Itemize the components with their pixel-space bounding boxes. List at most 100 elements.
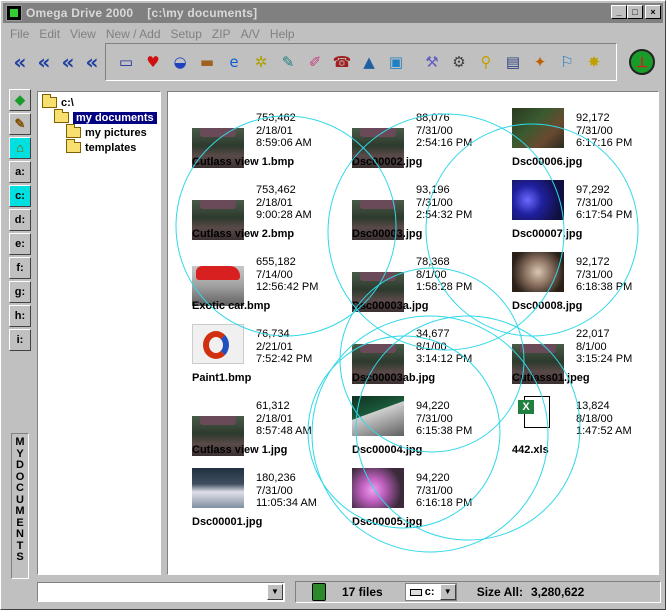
image-thumbnail[interactable] [352, 252, 404, 312]
drive-button-i[interactable]: i: [9, 329, 31, 351]
paint-icon[interactable]: ✐ [303, 50, 327, 74]
scanner-icon[interactable]: ▬ [195, 50, 219, 74]
drive-button-d[interactable]: d: [9, 209, 31, 231]
browser-icon[interactable]: e [222, 50, 246, 74]
image-thumbnail[interactable] [352, 180, 404, 240]
image-thumbnail[interactable] [192, 396, 244, 456]
acrobat-icon[interactable]: ▲ [357, 50, 381, 74]
chevron-down-icon[interactable]: ▼ [267, 584, 283, 600]
file-date: 7/31/00 [576, 196, 613, 209]
disk-icon[interactable]: ◒ [168, 50, 192, 74]
drive-button-g[interactable]: g: [9, 281, 31, 303]
globe-icon[interactable]: ⊥ [629, 49, 655, 75]
size-value: 3,280,622 [530, 585, 585, 599]
file-item[interactable]: 655,182 7/14/00 12:56:42 PM Exotic car.bmp [192, 252, 348, 322]
menu-item-new-add[interactable]: New / Add [101, 25, 166, 43]
file-item[interactable]: 22,017 8/1/00 3:15:24 PM Cutlass01.jpeg [512, 324, 658, 394]
file-item[interactable]: 76,734 2/21/01 7:52:42 PM Paint1.bmp [192, 324, 348, 394]
back-arrow-icon[interactable]: « [81, 51, 103, 73]
tree-item[interactable]: c:\ [38, 94, 160, 110]
filter-combo[interactable]: ▼ [37, 582, 285, 602]
star-icon[interactable]: ✲ [249, 50, 273, 74]
menu-item-a-v[interactable]: A/V [236, 25, 265, 43]
file-item[interactable]: X 13,824 8/18/00 1:47:52 AM 442.xls [512, 396, 658, 466]
tree-item[interactable]: my documents [38, 109, 160, 125]
minimize-button[interactable]: _ [611, 5, 627, 19]
computer-icon[interactable]: ▤ [501, 50, 525, 74]
drive-button-f[interactable]: f: [9, 257, 31, 279]
image-thumbnail[interactable] [512, 108, 564, 148]
drive-button-e[interactable]: e: [9, 233, 31, 255]
file-item[interactable]: 97,292 7/31/00 6:17:54 PM Dsc00007.jpg [512, 180, 658, 250]
image-thumbnail[interactable] [512, 252, 564, 292]
image-thumbnail[interactable] [192, 180, 244, 240]
menu-item-setup[interactable]: Setup [166, 25, 207, 43]
drive-button-c[interactable]: c: [9, 185, 31, 207]
folder-home-icon[interactable]: ⌂ [9, 137, 31, 159]
tools-icon[interactable]: ⚒ [420, 50, 444, 74]
file-item[interactable]: 88,076 7/31/00 2:54:16 PM Dsc00002.jpg [352, 108, 508, 178]
chevron-down-icon[interactable]: ▼ [439, 584, 456, 600]
menu-bar: File Edit View New / Add Setup ZIP A/V Help [5, 25, 300, 43]
maximize-button[interactable]: □ [627, 5, 643, 19]
file-name: Dsc00002.jpg [352, 156, 423, 168]
drive-button-h[interactable]: h: [9, 305, 31, 327]
file-item[interactable]: 94,220 7/31/00 6:16:18 PM Dsc00005.jpg [352, 468, 508, 538]
image-thumbnail[interactable] [192, 108, 244, 168]
menu-item-zip[interactable]: ZIP [207, 25, 236, 43]
file-size: 180,236 [256, 472, 296, 484]
file-date: 7/31/00 [576, 124, 613, 137]
trash-icon[interactable] [312, 583, 326, 601]
menu-item-help[interactable]: Help [265, 25, 300, 43]
title-bar[interactable]: Omega Drive 2000 [c:\my documents] _ □ × [3, 3, 663, 23]
home-icon[interactable]: ◆ [9, 89, 31, 111]
my-documents-shortcut[interactable]: MYDOCUMENTS [11, 433, 29, 579]
tree-item[interactable]: my pictures [38, 124, 160, 140]
file-item[interactable]: 78,368 8/1/00 1:58:28 PM Dsc00003a.jpg [352, 252, 508, 322]
image-thumbnail[interactable] [352, 108, 404, 168]
menu-item-file[interactable]: File [5, 25, 34, 43]
back-arrow-icon[interactable]: « [57, 51, 79, 73]
image-thumbnail[interactable] [192, 324, 244, 364]
file-item[interactable]: 61,312 2/18/01 8:57:48 AM Cutlass view 1.jp… [192, 396, 348, 466]
edit-icon[interactable]: ✎ [9, 113, 31, 135]
image-thumbnail[interactable] [192, 468, 244, 508]
file-item[interactable]: 94,220 7/31/00 6:15:38 PM Dsc00004.jpg [352, 396, 508, 466]
back-arrow-icon[interactable]: « [33, 51, 55, 73]
image-thumbnail[interactable] [352, 324, 404, 384]
excel-file-icon[interactable]: X [512, 396, 564, 436]
file-name: Cutlass view 2.bmp [192, 228, 295, 240]
sparkle-icon[interactable]: ✸ [582, 50, 606, 74]
image-thumbnail[interactable] [352, 396, 404, 436]
wizard-icon[interactable]: ✦ [528, 50, 552, 74]
mydocs-letter: M [15, 505, 25, 517]
search-icon[interactable]: ⚲ [474, 50, 498, 74]
menu-item-edit[interactable]: Edit [34, 25, 65, 43]
file-item[interactable]: 34,677 8/1/00 3:14:12 PM Dsc00003ab.jpg [352, 324, 508, 394]
drive-select[interactable]: c: ▼ [404, 583, 457, 601]
file-item[interactable]: 93,196 7/31/00 2:54:32 PM Dsc00003.jpg [352, 180, 508, 250]
gear-icon[interactable]: ⚙ [447, 50, 471, 74]
app-icon[interactable] [6, 5, 22, 21]
file-item[interactable]: 753,462 2/18/01 8:59:06 AM Cutlass view 1.b… [192, 108, 348, 178]
back-arrow-icon[interactable]: « [9, 51, 31, 73]
file-item[interactable]: 92,172 7/31/00 6:18:38 PM Dsc00008.jpg [512, 252, 658, 322]
file-item[interactable]: 180,236 7/31/00 11:05:34 AM Dsc00001.jpg [192, 468, 348, 538]
heart-icon[interactable]: ♥ [141, 50, 165, 74]
menu-item-view[interactable]: View [65, 25, 101, 43]
globe-icon[interactable]: ⚐ [555, 50, 579, 74]
image-thumbnail[interactable] [512, 324, 564, 384]
image-thumbnail[interactable] [192, 252, 244, 306]
close-button[interactable]: × [645, 5, 661, 19]
network-icon[interactable]: ▣ [384, 50, 408, 74]
drive-button-a[interactable]: a: [9, 161, 31, 183]
file-item[interactable]: 753,462 2/18/01 9:00:28 AM Cutlass view 2.b… [192, 180, 348, 250]
exe-icon[interactable]: ▭ [114, 50, 138, 74]
file-item[interactable]: 92,172 7/31/00 6:17:16 PM Dsc00006.jpg [512, 108, 658, 178]
file-date: 2/18/01 [256, 196, 293, 209]
image-thumbnail[interactable] [352, 468, 404, 508]
phone-icon[interactable]: ☎ [330, 50, 354, 74]
tree-item[interactable]: templates [38, 139, 160, 155]
note-icon[interactable]: ✎ [276, 50, 300, 74]
image-thumbnail[interactable] [512, 180, 564, 220]
